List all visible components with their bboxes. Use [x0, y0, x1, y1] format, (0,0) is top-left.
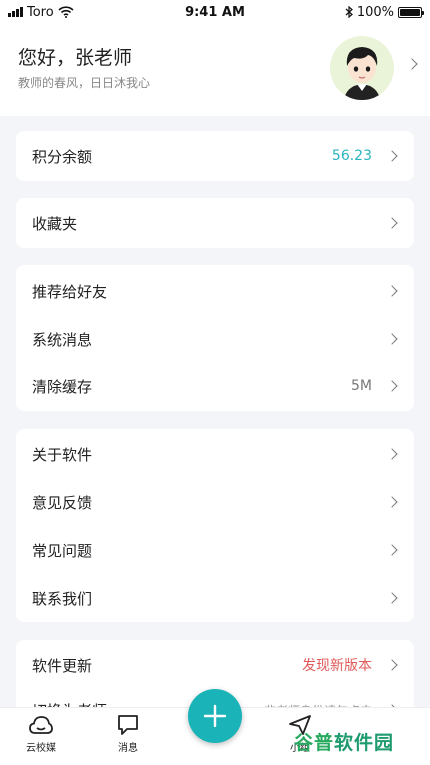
- battery-label: 100%: [356, 4, 394, 20]
- share-card: 推荐给好友 系统消息 清除缓存 5M: [16, 265, 414, 411]
- status-right: 100%: [345, 4, 424, 20]
- chevron-right-icon: [386, 285, 398, 297]
- about-card: 关于软件 意见反馈 常见问题 联系我们: [16, 429, 414, 622]
- about-row[interactable]: 关于软件: [16, 430, 414, 478]
- contact-label: 联系我们: [32, 589, 93, 608]
- chevron-right-icon: [386, 659, 398, 671]
- favorites-label: 收藏夹: [32, 214, 78, 233]
- avatar[interactable]: [330, 36, 394, 100]
- watermark-text-a: 谷普: [294, 732, 335, 754]
- chevron-right-icon: [386, 592, 398, 604]
- profile-header[interactable]: 您好，张老师 教师的春风，日日沐我心: [0, 24, 430, 116]
- plus-icon: [203, 704, 227, 728]
- battery-fill: [400, 8, 420, 16]
- faq-label: 常见问题: [32, 541, 93, 560]
- update-value: 发现新版本: [302, 658, 372, 674]
- favorites-right: [386, 217, 398, 229]
- system-messages-right: [386, 333, 398, 345]
- points-row[interactable]: 积分余额 56.23: [16, 132, 414, 180]
- tab-cloud-campus[interactable]: 云校媒: [11, 714, 71, 754]
- profile-greeting: 您好，张老师: [18, 47, 133, 69]
- about-label: 关于软件: [32, 445, 93, 464]
- points-value: 56.23: [331, 148, 372, 164]
- watermark-logo: 谷普软件园: [294, 728, 394, 755]
- tab-cloud-campus-label: 云校媒: [26, 743, 56, 754]
- faq-row[interactable]: 常见问题: [16, 526, 414, 574]
- recommend-row[interactable]: 推荐给好友: [16, 267, 414, 315]
- update-row[interactable]: 软件更新 发现新版本: [16, 641, 414, 689]
- favorites-card: 收藏夹: [16, 198, 414, 248]
- tab-messages-label: 消息: [118, 743, 138, 754]
- add-button[interactable]: [188, 689, 242, 743]
- chevron-right-icon: [406, 58, 418, 70]
- status-bar: Toro 9:41 AM 100%: [0, 0, 430, 24]
- system-messages-label: 系统消息: [32, 330, 93, 349]
- clear-cache-label: 清除缓存: [32, 377, 93, 396]
- points-label: 积分余额: [32, 147, 93, 166]
- about-right: [386, 448, 398, 460]
- recommend-label: 推荐给好友: [32, 282, 108, 301]
- chat-bubble-icon: [118, 715, 138, 735]
- favorites-row[interactable]: 收藏夹: [16, 199, 414, 247]
- update-right: 发现新版本: [302, 655, 398, 675]
- chevron-right-icon: [386, 448, 398, 460]
- chevron-right-icon: [386, 380, 398, 392]
- chevron-right-icon: [386, 217, 398, 229]
- update-label: 软件更新: [32, 656, 93, 675]
- battery-icon: [398, 6, 424, 18]
- tab-messages[interactable]: 消息: [98, 714, 158, 754]
- feedback-row[interactable]: 意见反馈: [16, 478, 414, 526]
- clear-cache-right: 5M: [351, 378, 398, 394]
- profile-motto: 教师的春风，日日沐我心: [18, 76, 151, 90]
- chevron-right-icon: [386, 150, 398, 162]
- chevron-right-icon: [386, 544, 398, 556]
- signal-icon: [8, 7, 23, 17]
- cache-size-value: 5M: [351, 378, 372, 394]
- cloud-icon: [29, 716, 53, 734]
- wifi-icon: [58, 6, 74, 18]
- watermark-text-b: 软件园: [334, 732, 395, 754]
- recommend-right: [386, 285, 398, 297]
- feedback-label: 意见反馈: [32, 493, 93, 512]
- chevron-right-icon: [386, 496, 398, 508]
- status-left: Toro: [8, 5, 74, 20]
- feedback-right: [386, 496, 398, 508]
- points-card: 积分余额 56.23: [16, 131, 414, 181]
- carrier-label: Toro: [27, 4, 54, 20]
- clear-cache-row[interactable]: 清除缓存 5M: [16, 362, 414, 410]
- system-messages-row[interactable]: 系统消息: [16, 315, 414, 363]
- faq-right: [386, 544, 398, 556]
- bluetooth-icon: [345, 6, 353, 18]
- contact-row[interactable]: 联系我们: [16, 574, 414, 622]
- points-right: 56.23: [331, 148, 398, 164]
- avatar-cartoon-icon: [344, 47, 380, 100]
- chevron-right-icon: [386, 333, 398, 345]
- contact-right: [386, 592, 398, 604]
